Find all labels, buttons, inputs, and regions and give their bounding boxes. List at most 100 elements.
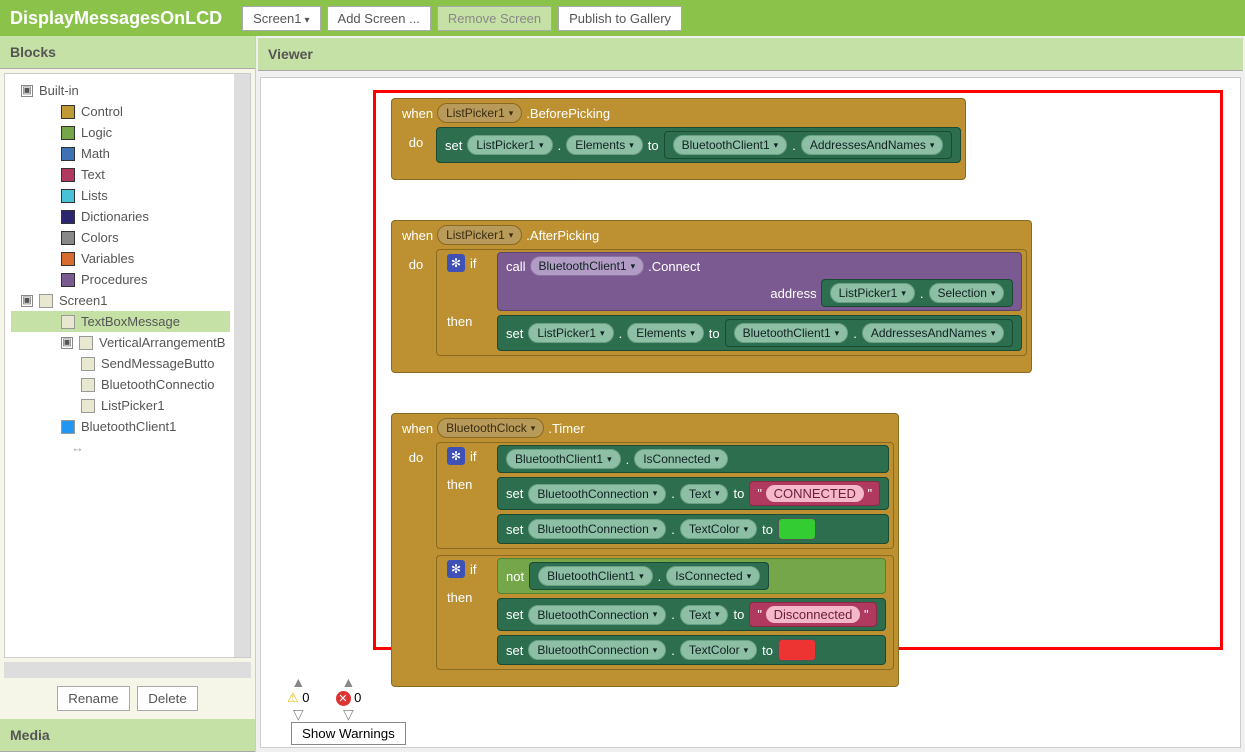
get-selection-block[interactable]: ListPicker1. Selection (821, 279, 1014, 307)
logic-icon (61, 126, 75, 140)
comp-dd[interactable]: BluetoothConnection (528, 484, 666, 504)
prop-dd[interactable]: IsConnected (666, 566, 760, 586)
viewer-panel-title: Viewer (258, 38, 1243, 71)
nav-up-icon[interactable] (291, 674, 305, 690)
get-isconnected-block[interactable]: BluetoothClient1. IsConnected (497, 445, 889, 473)
prop-dd[interactable]: Selection (929, 283, 1005, 303)
prop-dd[interactable]: AddressesAndNames (801, 135, 944, 155)
tree-variables[interactable]: Variables (11, 248, 230, 269)
if-block[interactable]: if then call BluetoothClient1 .Connect (436, 249, 1027, 356)
gear-icon[interactable] (447, 254, 465, 272)
prop-dd[interactable]: Text (680, 605, 729, 625)
nav-down-icon[interactable] (293, 706, 304, 723)
component-dropdown[interactable]: ListPicker1 (437, 103, 522, 123)
tree-text[interactable]: Text (11, 164, 230, 185)
tree-btconn[interactable]: BluetoothConnectio (11, 374, 230, 395)
nav-down-icon[interactable] (343, 706, 354, 723)
text-string-block[interactable]: " Disconnected " (749, 602, 876, 627)
comp-dd[interactable]: ListPicker1 (467, 135, 552, 155)
prop-dd[interactable]: Elements (566, 135, 643, 155)
gear-icon[interactable] (447, 560, 465, 578)
tree-control[interactable]: Control (11, 101, 230, 122)
math-icon (61, 147, 75, 161)
tree-vertarrange[interactable]: ▣VerticalArrangementB (11, 332, 230, 353)
comp-dd[interactable]: ListPicker1 (830, 283, 915, 303)
if-not-connected-block[interactable]: if then not BluetoothClient1. IsConnecte… (436, 555, 894, 670)
tree-textbox[interactable]: TextBoxMessage (11, 311, 230, 332)
not-block[interactable]: not BluetoothClient1. IsConnected (497, 558, 886, 594)
collapse-icon[interactable]: ▣ (61, 337, 73, 349)
prop-dd[interactable]: Elements (627, 323, 704, 343)
call-connect-block[interactable]: call BluetoothClient1 .Connect address L… (497, 252, 1022, 311)
comp-dd[interactable]: BluetoothConnection (528, 605, 666, 625)
event-block-beforepicking[interactable]: when ListPicker1 .BeforePicking do set L… (391, 98, 966, 180)
screen-select-dropdown[interactable]: Screen1▾ (242, 6, 320, 31)
set-elements-block[interactable]: set ListPicker1. Elements to BluetoothCl… (497, 315, 1022, 351)
comp-dd[interactable]: BluetoothConnection (528, 519, 666, 539)
delete-button[interactable]: Delete (137, 686, 198, 711)
tree-lists[interactable]: Lists (11, 185, 230, 206)
get-isconnected-block[interactable]: BluetoothClient1. IsConnected (529, 562, 769, 590)
tree-procedures[interactable]: Procedures (11, 269, 230, 290)
textbox-icon (61, 315, 75, 329)
error-icon: ✕ (336, 691, 351, 706)
prop-dd[interactable]: TextColor (680, 640, 757, 660)
if-connected-block[interactable]: if then BluetoothClient1. IsConnected (436, 442, 894, 549)
event-block-afterpicking[interactable]: when ListPicker1 .AfterPicking do if the… (391, 220, 1032, 373)
rename-button[interactable]: Rename (57, 686, 129, 711)
color-green-block[interactable] (778, 518, 816, 540)
collapse-icon[interactable]: ▣ (21, 85, 33, 97)
layout-icon (79, 336, 93, 350)
comp-dd[interactable]: BluetoothClient1 (530, 256, 645, 276)
comp-dd[interactable]: BluetoothClient1 (506, 449, 621, 469)
tree-math[interactable]: Math (11, 143, 230, 164)
comp-dd[interactable]: BluetoothClient1 (538, 566, 653, 586)
tree-scrollbar[interactable] (234, 74, 250, 657)
listpicker-icon (81, 399, 95, 413)
component-dropdown[interactable]: BluetoothClock (437, 418, 544, 438)
show-warnings-button[interactable]: Show Warnings (291, 722, 406, 745)
tree-builtin[interactable]: ▣Built-in (11, 80, 230, 101)
control-icon (61, 105, 75, 119)
tree-colors[interactable]: Colors (11, 227, 230, 248)
warning-icon (287, 690, 299, 706)
gear-icon[interactable] (447, 447, 465, 465)
dict-icon (61, 210, 75, 224)
prop-dd[interactable]: Text (680, 484, 729, 504)
comp-dd[interactable]: BluetoothConnection (528, 640, 666, 660)
set-textcolor-red-block[interactable]: set BluetoothConnection. TextColor to (497, 635, 886, 665)
button-icon (81, 357, 95, 371)
blocks-canvas[interactable]: when ListPicker1 .BeforePicking do set L… (260, 77, 1241, 748)
prop-dd[interactable]: AddressesAndNames (862, 323, 1005, 343)
set-textcolor-green-block[interactable]: set BluetoothConnection. TextColor to (497, 514, 889, 544)
publish-button[interactable]: Publish to Gallery (558, 6, 682, 31)
get-addresses-block[interactable]: BluetoothClient1. AddressesAndNames (664, 131, 953, 159)
tree-btclient[interactable]: BluetoothClient1 (11, 416, 230, 437)
color-red-block[interactable] (778, 639, 816, 661)
prop-dd[interactable]: TextColor (680, 519, 757, 539)
add-screen-button[interactable]: Add Screen ... (327, 6, 431, 31)
set-elements-block[interactable]: set ListPicker1. Elements to BluetoothCl… (436, 127, 961, 163)
comp-dd[interactable]: BluetoothClient1 (734, 323, 849, 343)
comp-dd[interactable]: ListPicker1 (528, 323, 613, 343)
label-icon (81, 378, 95, 392)
tree-dictionaries[interactable]: Dictionaries (11, 206, 230, 227)
get-addresses-block[interactable]: BluetoothClient1. AddressesAndNames (725, 319, 1014, 347)
tree-listpicker[interactable]: ListPicker1 (11, 395, 230, 416)
blocks-tree: ▣Built-in Control Logic Math Text Lists … (4, 73, 251, 658)
collapse-icon[interactable]: ▣ (21, 295, 33, 307)
event-block-timer[interactable]: when BluetoothClock .Timer do if then (391, 413, 899, 687)
tree-screen1[interactable]: ▣Screen1 (11, 290, 230, 311)
app-title: DisplayMessagesOnLCD (10, 8, 222, 29)
prop-dd[interactable]: IsConnected (634, 449, 728, 469)
comp-dd[interactable]: BluetoothClient1 (673, 135, 788, 155)
set-text-connected-block[interactable]: set BluetoothConnection. Text to " CONNE… (497, 477, 889, 510)
screen-icon (39, 294, 53, 308)
set-text-disconnected-block[interactable]: set BluetoothConnection. Text to " Disco… (497, 598, 886, 631)
tree-sendbutton[interactable]: SendMessageButto (11, 353, 230, 374)
component-dropdown[interactable]: ListPicker1 (437, 225, 522, 245)
tree-hscrollbar[interactable] (4, 662, 251, 678)
text-string-block[interactable]: " CONNECTED " (749, 481, 880, 506)
nav-up-icon[interactable] (342, 674, 356, 690)
tree-logic[interactable]: Logic (11, 122, 230, 143)
